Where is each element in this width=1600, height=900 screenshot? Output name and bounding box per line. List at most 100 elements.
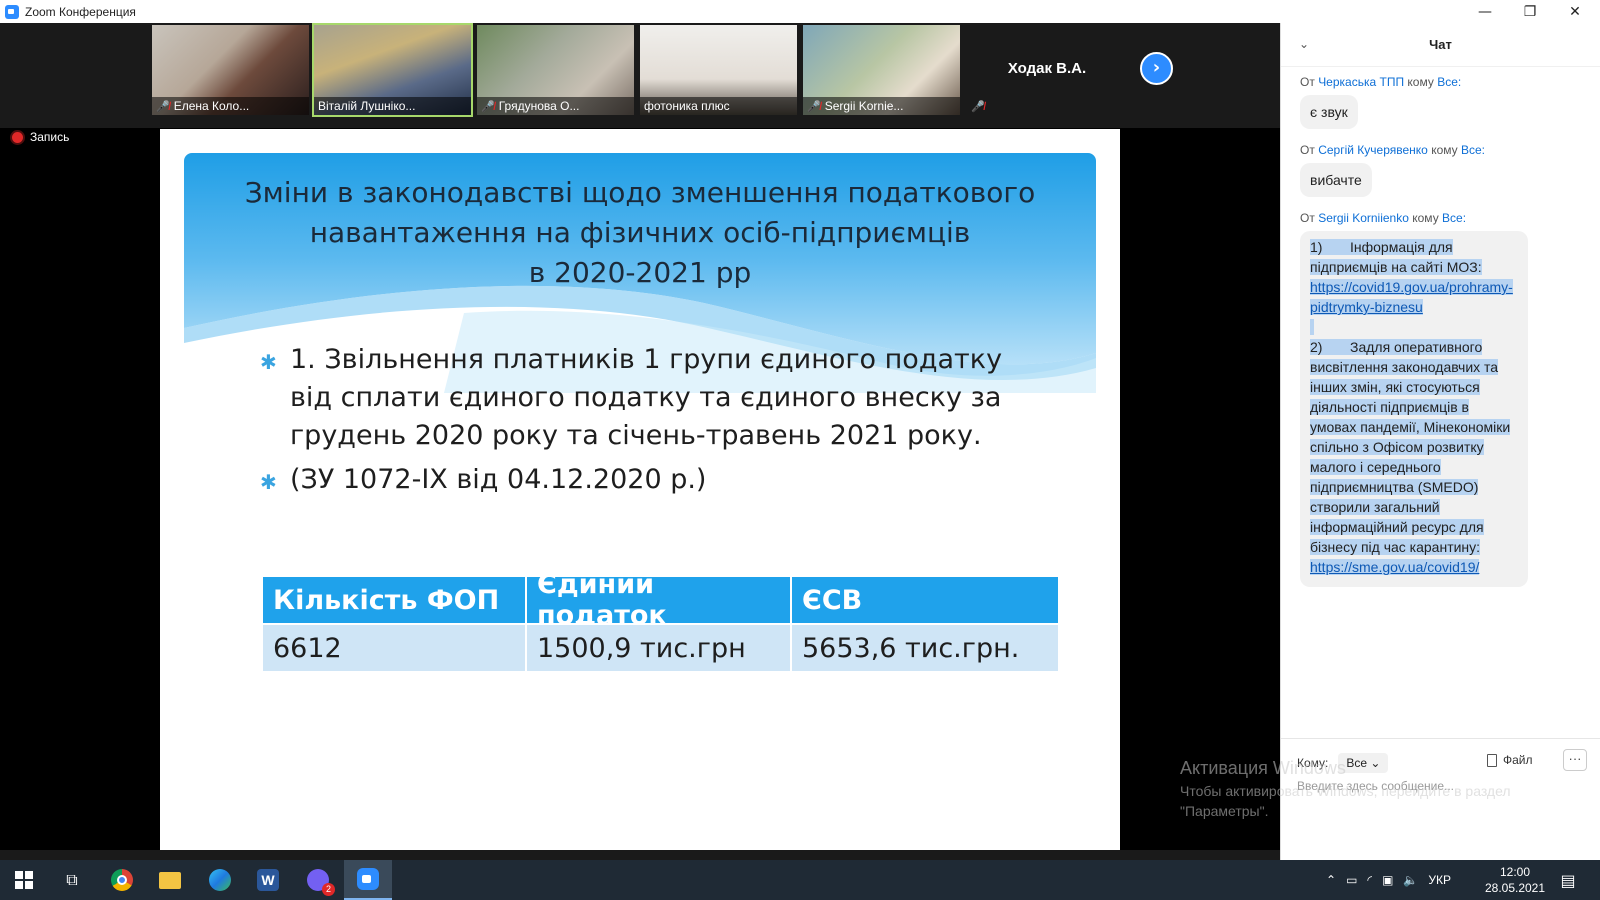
window-title: Zoom Конференция: [25, 4, 136, 19]
from-word: От: [1300, 75, 1315, 89]
chrome-icon: [111, 869, 133, 891]
recipient-name: Все:: [1442, 211, 1467, 225]
start-button[interactable]: [0, 860, 48, 900]
selected-text: 2) Задля оперативного висвітлення законод…: [1310, 339, 1511, 555]
participant-tile[interactable]: 🎤̸ Sergii Kornie...: [803, 25, 960, 115]
zoom-taskbar-button[interactable]: [344, 860, 392, 900]
minimize-button[interactable]: —: [1462, 0, 1508, 23]
participant-label: 🎤̸ Елена Коло...: [152, 97, 309, 115]
volume-icon[interactable]: 🔈: [1403, 873, 1418, 887]
close-button[interactable]: ✕: [1552, 0, 1598, 23]
table-header-row: Кількість ФОП Єдиний податок ЄСВ: [263, 569, 1058, 631]
message-meta: От Черкаська ТПП кому Все:: [1300, 75, 1600, 89]
network-icon[interactable]: ▣: [1382, 873, 1393, 887]
notifications-button[interactable]: ▤: [1548, 860, 1588, 900]
participant-label: фотоника плюс: [640, 97, 797, 115]
chat-link[interactable]: https://sme.gov.ua/covid19/: [1310, 559, 1480, 575]
slide-bullet: ✱ (ЗУ 1072-ІХ від 04.12.2020 р.): [260, 461, 1020, 501]
word-taskbar-button[interactable]: W: [244, 860, 292, 900]
from-word: От: [1300, 143, 1315, 157]
battery-icon[interactable]: ▭: [1346, 873, 1357, 887]
table-cell: 6612: [263, 625, 527, 671]
meeting-bottom-strip: [0, 850, 1280, 860]
maximize-button[interactable]: ❐: [1507, 0, 1553, 23]
participant-tile[interactable]: 🎤̸ Грядунова О...: [477, 25, 634, 115]
table-header-cell: Кількість ФОП: [263, 577, 527, 623]
windows-activation-watermark: Активация Windows Чтобы активировать Win…: [1180, 757, 1511, 821]
more-options-button[interactable]: ···: [1563, 749, 1587, 771]
chat-panel: ⌄ Чат От Черкаська ТПП кому Все: є звук …: [1280, 23, 1600, 860]
title-bar: Zoom Конференция — ❐ ✕: [0, 0, 1600, 23]
participant-label: 🎤̸ Sergii Kornie...: [803, 97, 960, 115]
task-view-icon: ⧉: [66, 870, 78, 889]
zoom-icon: [357, 868, 379, 890]
clock-date: 28.05.2021: [1484, 881, 1546, 895]
participant-tile[interactable]: фотоника плюс: [640, 25, 797, 115]
slide-bullet: ✱ 1. Звільнення платників 1 групи єдиног…: [260, 341, 1020, 455]
list-number: 1): [1310, 239, 1323, 255]
recording-indicator: Запись: [12, 130, 69, 144]
sender-name[interactable]: Черкаська ТПП: [1318, 75, 1404, 89]
recipient-name: Все:: [1437, 75, 1462, 89]
to-word: кому: [1431, 143, 1458, 157]
sender-name[interactable]: Sergii Korniienko: [1318, 211, 1409, 225]
asterisk-bullet-icon: ✱: [260, 470, 277, 494]
chat-message-bubble: вибачте: [1300, 163, 1372, 197]
sender-name[interactable]: Сергій Кучерявенко: [1318, 143, 1428, 157]
viber-taskbar-button[interactable]: 2: [294, 860, 342, 900]
table-cell: 5653,6 тис.грн.: [792, 625, 1058, 671]
table-header-cell: Єдиний податок: [527, 569, 792, 631]
recording-label: Запись: [30, 130, 70, 144]
chevron-up-icon[interactable]: ⌃: [1326, 873, 1336, 887]
participant-name: Віталій Лушніко...: [318, 99, 416, 113]
participant-tile[interactable]: 🎤̸ Елена Коло...: [152, 25, 309, 115]
record-dot-icon: [12, 131, 23, 143]
edge-icon: [209, 869, 231, 891]
mic-muted-icon: 🎤̸: [971, 101, 985, 113]
watermark-title: Активация Windows: [1180, 758, 1346, 778]
chat-link[interactable]: https://covid19.gov.ua/prohramy-pidtrymk…: [1310, 279, 1513, 315]
task-view-button[interactable]: ⧉: [48, 860, 96, 900]
participant-strip: 🎤̸ Елена Коло... Віталій Лушніко... 🎤̸ Гря…: [0, 23, 1280, 128]
to-word: кому: [1407, 75, 1434, 89]
from-word: От: [1300, 211, 1315, 225]
watermark-text: Чтобы активировать Windows, перейдите в …: [1180, 783, 1511, 799]
language-indicator[interactable]: УКР: [1428, 873, 1451, 887]
mic-muted-icon: 🎤̸: [481, 101, 495, 113]
chat-title: Чат: [1429, 37, 1452, 52]
edge-taskbar-button[interactable]: [196, 860, 244, 900]
word-icon: W: [257, 869, 279, 891]
message-text: Задля оперативного висвітлення законодав…: [1310, 339, 1511, 555]
explorer-taskbar-button[interactable]: [146, 860, 194, 900]
recipient-name: Все:: [1460, 143, 1485, 157]
bullet-text: 1. Звільнення платників 1 групи єдиного …: [290, 344, 1003, 451]
slide-bullet-list: ✱ 1. Звільнення платників 1 групи єдиног…: [260, 341, 1020, 507]
wifi-icon[interactable]: ◜: [1367, 873, 1372, 887]
clock-time: 12:00: [1499, 865, 1531, 879]
mic-muted-icon: 🎤̸: [807, 101, 821, 113]
participant-name: Елена Коло...: [173, 99, 250, 113]
participant-name: фотоника плюс: [644, 99, 730, 113]
participant-label: 🎤̸ Грядунова О...: [477, 97, 634, 115]
chat-header: ⌄ Чат: [1281, 23, 1600, 67]
selected-text: 1) Інформація для підприємців на сайті МО…: [1310, 239, 1482, 275]
selected-blank-line: [1310, 319, 1314, 335]
table-row: 6612 1500,9 тис.грн 5653,6 тис.грн.: [263, 623, 1058, 671]
notification-badge: 2: [322, 883, 335, 896]
taskbar-clock[interactable]: 12:00 28.05.2021: [1470, 864, 1560, 896]
windows-logo-icon: [15, 871, 33, 889]
participant-label: 🎤̸: [967, 97, 1127, 115]
zoom-logo-icon: [5, 4, 19, 19]
table-cell: 1500,9 тис.грн: [527, 625, 792, 671]
next-page-arrow-icon[interactable]: ›: [1140, 52, 1173, 85]
watermark-text: "Параметры".: [1180, 803, 1269, 819]
windows-taskbar: ⧉ W 2 ⌃ ▭ ◜ ▣ 🔈 УКР 12:00 28.05.2021 ▤: [0, 860, 1600, 900]
table-header-cell: ЄСВ: [792, 577, 1058, 623]
participant-tile[interactable]: Ходак В.А. 🎤̸: [967, 25, 1127, 115]
participant-tile-active-speaker[interactable]: Віталій Лушніко...: [312, 23, 473, 117]
participant-label: Віталій Лушніко...: [314, 97, 471, 115]
folder-icon: [159, 871, 181, 889]
chrome-taskbar-button[interactable]: [98, 860, 146, 900]
asterisk-bullet-icon: ✱: [260, 350, 277, 374]
message-meta: От Сергій Кучерявенко кому Все:: [1300, 143, 1600, 157]
